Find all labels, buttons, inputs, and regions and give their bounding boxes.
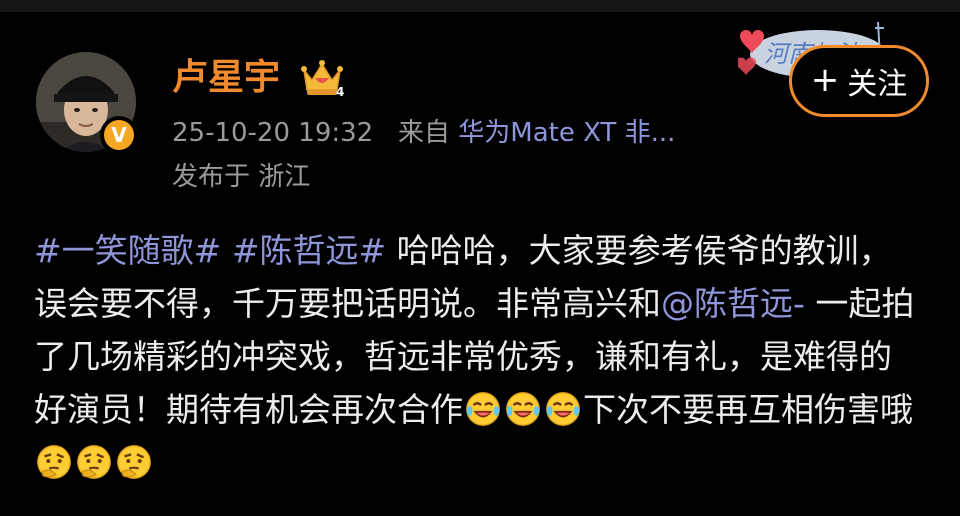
- status-strip: [0, 0, 960, 12]
- post-location: 发布于 浙江: [172, 162, 311, 192]
- post-meta: 25-10-20 19:32 来自 华为Mate XT 非...: [172, 116, 675, 150]
- follow-button[interactable]: + 关注: [789, 45, 929, 117]
- post-timestamp: 25-10-20 19:32: [172, 118, 374, 148]
- laughing-tears-emoji: [466, 392, 500, 426]
- post-text: 下次不要再互相伤害哦: [583, 390, 913, 429]
- device-link[interactable]: 华为Mate XT 非...: [458, 118, 675, 148]
- thinking-emoji: [117, 445, 151, 479]
- verified-badge: V: [100, 116, 138, 154]
- laughing-tears-emoji: [546, 392, 580, 426]
- verified-v-icon: V: [104, 120, 134, 150]
- crown-membership-icon[interactable]: 4: [300, 58, 344, 98]
- laughing-tears-emoji: [506, 392, 540, 426]
- hashtag-link[interactable]: #陈哲远#: [232, 231, 386, 270]
- hashtag-link[interactable]: #一笑随歌#: [34, 231, 221, 270]
- thinking-emoji: [77, 445, 111, 479]
- plus-icon: +: [810, 60, 840, 100]
- crown-level: 4: [336, 85, 344, 98]
- follow-label: 关注: [847, 67, 908, 102]
- author-name[interactable]: 卢星宇: [172, 56, 280, 100]
- from-label: 来自: [398, 118, 451, 148]
- thinking-emoji: [37, 445, 71, 479]
- post-content: #一笑随歌# #陈哲远# 哈哈哈，大家要参考侯爷的教训，误会要不得，千万要把话明…: [34, 224, 924, 489]
- mention-link[interactable]: @陈哲远-: [661, 284, 805, 323]
